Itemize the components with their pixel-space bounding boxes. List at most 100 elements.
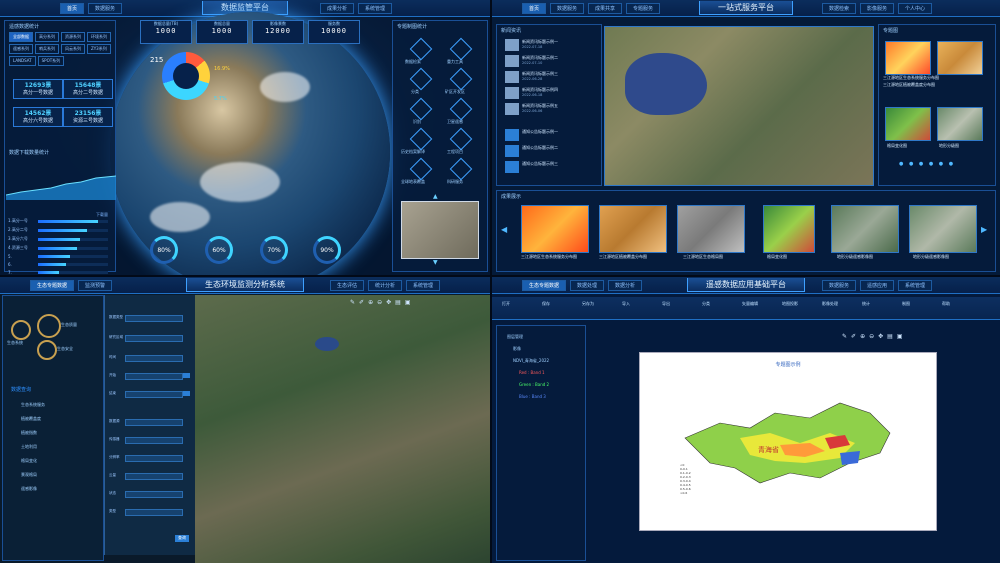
zoom-in-icon[interactable]: ⊕ xyxy=(860,333,865,340)
nav-item[interactable]: 生态评估 xyxy=(330,280,365,291)
measure-icon[interactable]: ✎ xyxy=(842,333,847,340)
layer-icon[interactable]: ▤ xyxy=(887,333,893,340)
news-item[interactable]: 新闻资讯标题示例二 2022-07-10 xyxy=(505,55,601,69)
earth-globe[interactable] xyxy=(110,12,390,275)
measure-icon[interactable]: ✎ xyxy=(350,299,355,306)
menu-item[interactable]: 生态系统服务 xyxy=(21,402,45,408)
tool-hex-icon[interactable] xyxy=(449,67,473,91)
ribbon-button[interactable]: 另存为 xyxy=(582,301,594,307)
calendar-icon[interactable] xyxy=(183,391,190,396)
menu-item[interactable]: 景观格局 xyxy=(21,472,37,478)
nav-data-service[interactable]: 数据服务 xyxy=(88,3,123,14)
eco-quality-icon[interactable] xyxy=(37,314,61,338)
eco-satellite-map[interactable] xyxy=(195,295,490,563)
tool-hex-icon[interactable] xyxy=(449,37,473,61)
nav-item[interactable]: 数据服务 xyxy=(822,280,857,291)
nav-system[interactable]: 系统管理 xyxy=(358,3,393,14)
nav-home[interactable]: 首页 xyxy=(60,3,85,14)
calendar-icon[interactable] xyxy=(183,373,190,378)
date-input[interactable] xyxy=(125,391,183,398)
result-thumbnail[interactable] xyxy=(599,205,667,253)
nav-item[interactable]: 数据检索 xyxy=(822,3,857,14)
menu-item[interactable]: 土地利用 xyxy=(21,444,37,450)
menu-item[interactable]: 遥感影像 xyxy=(21,486,37,492)
ribbon-button[interactable]: 导出 xyxy=(662,301,670,307)
form-input[interactable] xyxy=(125,455,183,462)
form-input[interactable] xyxy=(125,473,183,480)
draw-icon[interactable]: ✐ xyxy=(851,333,856,340)
pan-icon[interactable]: ✥ xyxy=(386,299,391,306)
tab[interactable]: 高分系列 xyxy=(35,32,59,42)
nav-item[interactable]: 生态专题数据 xyxy=(522,280,567,291)
news-item[interactable]: 新闻资讯标题示例三 2022-06-28 xyxy=(505,71,601,85)
ribbon-button[interactable]: 制图 xyxy=(902,301,910,307)
eco-security-icon[interactable] xyxy=(37,340,57,360)
print-icon[interactable]: ▣ xyxy=(897,333,903,340)
tree-node[interactable]: Blue : Band 3 xyxy=(519,394,546,399)
notice-item[interactable]: 通知公告标题示例二 xyxy=(505,145,601,159)
tool-hex-icon[interactable] xyxy=(409,97,433,121)
nav-item[interactable]: 个人中心 xyxy=(898,3,933,14)
nav-item[interactable]: 成果共享 xyxy=(588,3,623,14)
tree-node[interactable]: 影像 xyxy=(513,346,521,352)
ribbon-button[interactable]: 统计 xyxy=(862,301,870,307)
form-input[interactable] xyxy=(125,355,183,362)
news-item[interactable]: 新闻资讯标题示例一 2022-07-18 xyxy=(505,39,601,53)
nav-item[interactable]: 监测预警 xyxy=(78,280,113,291)
tool-hex-icon[interactable] xyxy=(449,157,473,181)
thematic-thumbnail[interactable] xyxy=(885,41,931,75)
nav-item[interactable]: 统计分析 xyxy=(368,280,403,291)
thematic-map-sheet[interactable]: 专题图示例 青海省 <0 0-0.1 0.1-0.2 0.2-0.3 0.3-0… xyxy=(639,352,937,531)
ribbon-button[interactable]: 矢量编辑 xyxy=(742,301,758,307)
form-input[interactable] xyxy=(125,315,183,322)
thematic-thumbnail[interactable] xyxy=(885,107,931,141)
menu-item[interactable]: 植被指数 xyxy=(21,430,37,436)
pager-dots[interactable]: ● ● ● ● ● ● xyxy=(899,161,955,167)
tree-node[interactable]: Green : Band 2 xyxy=(519,382,549,387)
eco-system-icon[interactable] xyxy=(11,320,31,340)
draw-icon[interactable]: ✐ xyxy=(359,299,364,306)
nav-item[interactable]: 数据处理 xyxy=(570,280,605,291)
tool-hex-icon[interactable] xyxy=(409,157,433,181)
zoom-out-icon[interactable]: ⊖ xyxy=(377,299,382,306)
zoom-in-icon[interactable]: ⊕ xyxy=(368,299,373,306)
form-input[interactable] xyxy=(125,509,183,516)
ribbon-button[interactable]: 导入 xyxy=(622,301,630,307)
tree-node[interactable]: 图层管理 xyxy=(507,334,523,340)
news-item[interactable]: 新闻资讯标题示例四 2022-06-18 xyxy=(505,87,601,101)
satellite-map[interactable] xyxy=(604,26,874,186)
form-input[interactable] xyxy=(125,491,183,498)
thematic-thumbnail[interactable] xyxy=(937,107,983,141)
tab[interactable]: 环境系列 xyxy=(87,32,111,42)
tab[interactable]: 哨兵系列 xyxy=(35,44,59,54)
nav-item[interactable]: 遥感应用 xyxy=(860,280,895,291)
tool-hex-icon[interactable] xyxy=(449,127,473,151)
result-thumbnail[interactable] xyxy=(521,205,589,253)
layer-icon[interactable]: ▤ xyxy=(395,299,401,306)
nav-home[interactable]: 首页 xyxy=(522,3,547,14)
ribbon-button[interactable]: 分类 xyxy=(702,301,710,307)
form-input[interactable] xyxy=(125,335,183,342)
nav-item[interactable]: 数据分析 xyxy=(608,280,643,291)
pan-icon[interactable]: ✥ xyxy=(878,333,883,340)
tab[interactable]: 遥感系列 xyxy=(9,44,33,54)
chevron-down-icon[interactable]: ▼ xyxy=(433,259,438,266)
ribbon-button[interactable]: 影像处理 xyxy=(822,301,838,307)
date-input[interactable] xyxy=(125,373,183,380)
chevron-up-icon[interactable]: ▲ xyxy=(433,193,438,200)
form-input[interactable] xyxy=(125,419,183,426)
nav-item[interactable]: 系统管理 xyxy=(406,280,441,291)
satellite-thumbnail[interactable] xyxy=(401,201,479,259)
tool-hex-icon[interactable] xyxy=(409,127,433,151)
tool-hex-icon[interactable] xyxy=(409,37,433,61)
nav-item[interactable]: 影像服务 xyxy=(860,3,895,14)
result-thumbnail[interactable] xyxy=(831,205,899,253)
ribbon-button[interactable]: 帮助 xyxy=(942,301,950,307)
notice-item[interactable]: 通知公告标题示例一 xyxy=(505,129,601,143)
print-icon[interactable]: ▣ xyxy=(405,299,411,306)
tree-node[interactable]: Red : Band 1 xyxy=(519,370,545,375)
tab[interactable]: SPOT系列 xyxy=(37,56,65,66)
tree-node[interactable]: NDVI_青海省_2022 xyxy=(513,358,549,364)
menu-item[interactable]: 格局变化 xyxy=(21,458,37,464)
nav-analysis[interactable]: 成果分析 xyxy=(320,3,355,14)
